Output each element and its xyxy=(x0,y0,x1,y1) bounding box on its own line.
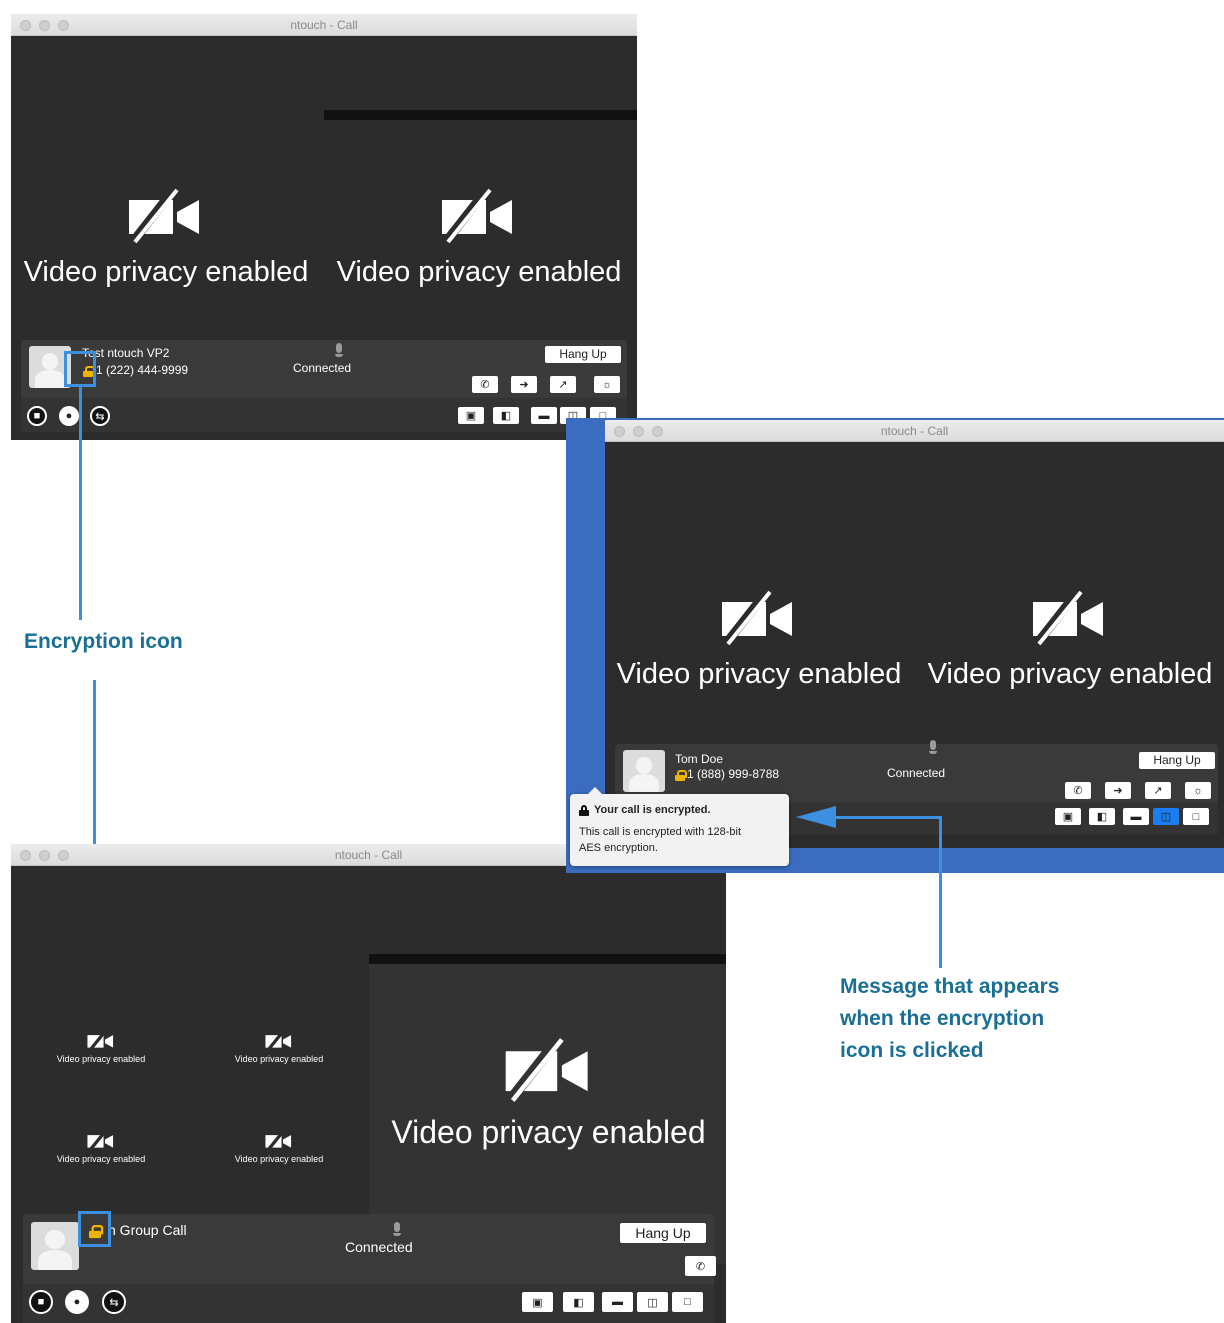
video-privacy-label: Video privacy enabled xyxy=(56,1054,146,1064)
caller-number: 1 (888) 999-8788 xyxy=(687,767,780,781)
encryption-icon-annotation: Encryption icon xyxy=(24,630,183,653)
avatar xyxy=(31,1222,79,1270)
caller-number: 1 (222) 444-9999 xyxy=(96,363,189,377)
camera-off-icon xyxy=(265,1130,292,1152)
callout-arrowhead xyxy=(796,806,836,828)
phone-button[interactable]: ✆ xyxy=(685,1256,716,1276)
video-mute-button[interactable]: ■ xyxy=(27,406,47,426)
video-pane-left: Video privacy enabled xyxy=(11,186,321,289)
encryption-icon-highlight xyxy=(78,1211,111,1247)
encryption-tooltip: Your call is encrypted. This call is enc… xyxy=(570,787,789,866)
window-title: ntouch - Call xyxy=(290,18,358,32)
video-privacy-label: Video privacy enabled xyxy=(391,1114,706,1150)
camera-off-icon xyxy=(503,1034,588,1106)
camera-off-icon xyxy=(1031,588,1103,648)
tooltip-body-line1: This call is encrypted with 128-bit xyxy=(579,826,742,838)
phone-button[interactable]: ✆ xyxy=(1065,782,1091,799)
video-pane-main: Video privacy enabled xyxy=(371,1034,726,1151)
camera-off-icon xyxy=(265,1030,292,1052)
video-pane-right: Video privacy enabled xyxy=(324,186,634,289)
hang-up-button[interactable]: Hang Up xyxy=(1139,752,1215,769)
hang-up-button[interactable]: Hang Up xyxy=(620,1223,706,1243)
microphone-icon xyxy=(393,1222,401,1236)
swap-button[interactable]: ⇆ xyxy=(102,1290,126,1314)
video-pane-right: Video privacy enabled xyxy=(916,588,1224,691)
call-window-1: ntouch - Call Video privacy enabled Vide… xyxy=(11,14,637,440)
callout-arrow-line xyxy=(830,816,942,819)
call-window-3: ntouch - Call Video privacy enabled Vide… xyxy=(11,844,726,1323)
camera-off-icon xyxy=(87,1130,114,1152)
caller-name: n Group Call xyxy=(108,1222,187,1238)
video-privacy-label: Video privacy enabled xyxy=(616,658,902,690)
lock-icon xyxy=(579,805,589,816)
layout-full-button[interactable]: □ xyxy=(672,1292,703,1312)
microphone-icon xyxy=(929,740,937,754)
caller-name: Tom Doe xyxy=(675,752,724,766)
video-privacy-label: Video privacy enabled xyxy=(336,256,622,288)
self-view-button[interactable]: ▣ xyxy=(458,407,484,424)
video-privacy-label: Video privacy enabled xyxy=(23,256,309,288)
window-title: ntouch - Call xyxy=(880,424,949,438)
encryption-icon-highlight xyxy=(64,351,96,387)
layout-small-button[interactable]: ▬ xyxy=(602,1292,633,1312)
grid-tile-1: Video privacy enabled xyxy=(41,1030,161,1064)
callout-connector xyxy=(939,816,942,968)
camera-off-icon xyxy=(127,186,199,246)
call-status: Connected xyxy=(293,361,352,375)
message-annotation-line1: Message that appears xyxy=(840,975,1060,998)
share-button[interactable]: ↗ xyxy=(550,376,576,393)
call-control-bar: Test ntouch VP2 1 (222) 444-9999 Connect… xyxy=(21,340,627,432)
message-annotation-line2: when the encryption xyxy=(840,1007,1045,1030)
phone-button[interactable]: ✆ xyxy=(472,376,498,393)
pip-button[interactable]: ◧ xyxy=(1089,808,1115,825)
call-status: Connected xyxy=(887,766,946,780)
layout-full-button[interactable]: □ xyxy=(1183,808,1209,825)
video-mute-button[interactable]: ■ xyxy=(29,1290,53,1314)
video-pane-left: Video privacy enabled xyxy=(605,588,913,691)
self-view-button[interactable]: ▣ xyxy=(1055,808,1081,825)
layout-split-button[interactable]: ◫ xyxy=(637,1292,668,1312)
video-privacy-label: Video privacy enabled xyxy=(234,1054,324,1064)
video-privacy-label: Video privacy enabled xyxy=(234,1154,324,1164)
call-window-2: ntouch - Call Video privacy enabled Vide… xyxy=(605,420,1224,848)
hang-up-button[interactable]: Hang Up xyxy=(545,346,621,363)
camera-off-icon xyxy=(720,588,792,648)
message-annotation-line3: icon is clicked xyxy=(840,1039,984,1062)
title-bar[interactable]: ntouch - Call xyxy=(605,420,1224,442)
pip-button[interactable]: ◧ xyxy=(563,1292,594,1312)
swap-button[interactable]: ⇆ xyxy=(90,406,110,426)
layout-small-button[interactable]: ▬ xyxy=(531,407,557,424)
pip-button[interactable]: ◧ xyxy=(493,407,519,424)
camera-off-icon xyxy=(87,1030,114,1052)
lock-icon[interactable] xyxy=(675,770,687,781)
video-privacy-label: Video privacy enabled xyxy=(927,658,1213,690)
grid-tile-2: Video privacy enabled xyxy=(219,1030,339,1064)
layout-split-button[interactable]: ◫ xyxy=(1153,808,1179,825)
tooltip-body-line2: AES encryption. xyxy=(579,842,658,854)
brightness-button[interactable]: ☼ xyxy=(1185,782,1211,799)
avatar xyxy=(623,750,665,792)
mute-button[interactable]: ● xyxy=(59,406,79,426)
call-control-bar: n Group Call Connected Hang Up ✆ ■ ● ⇆ ▣… xyxy=(23,1214,716,1323)
grid-tile-4: Video privacy enabled xyxy=(219,1130,339,1164)
share-button[interactable]: ↗ xyxy=(1145,782,1171,799)
layout-small-button[interactable]: ▬ xyxy=(1123,808,1149,825)
video-privacy-label: Video privacy enabled xyxy=(56,1154,146,1164)
transfer-button[interactable]: ➜ xyxy=(1105,782,1131,799)
camera-off-icon xyxy=(440,186,512,246)
call-status: Connected xyxy=(345,1239,413,1255)
brightness-button[interactable]: ☼ xyxy=(594,376,620,393)
title-bar[interactable]: ntouch - Call xyxy=(11,14,637,36)
transfer-button[interactable]: ➜ xyxy=(511,376,537,393)
self-view-button[interactable]: ▣ xyxy=(522,1292,553,1312)
microphone-icon xyxy=(335,343,343,357)
mute-button[interactable]: ● xyxy=(65,1290,89,1314)
grid-tile-3: Video privacy enabled xyxy=(41,1130,161,1164)
tooltip-title: Your call is encrypted. xyxy=(594,804,711,816)
